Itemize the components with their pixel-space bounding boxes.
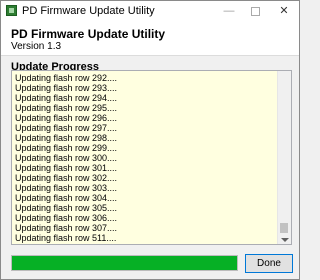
log-line: Updating flash row 306.... [15,213,118,223]
log-line: Updating flash row 300.... [15,153,118,163]
log-line: Updating flash row 296.... [15,113,118,123]
maximize-icon [250,6,260,16]
log-line: Updating flash row 299.... [15,143,118,153]
progress-bar-fill [12,256,237,270]
progress-log[interactable]: Updating flash row 292.... Updating flash… [11,70,292,245]
log-line: Updating flash row 292.... [15,73,118,83]
maximize-button[interactable] [242,1,268,21]
done-button[interactable]: Done [245,254,293,273]
scrollbar-thumb[interactable] [280,223,288,233]
app-version: Version 1.3 [11,41,62,52]
window-title: PD Firmware Update Utility [22,5,155,17]
log-line: Updating flash row 294.... [15,93,118,103]
app-window: PD Firmware Update Utility — ✕ PD Firmwa… [0,0,300,280]
log-scrollbar[interactable] [277,71,291,244]
log-line: Updating flash row 307.... [15,223,118,233]
log-line: Updating flash row 295.... [15,103,118,113]
log-line: Updating flash row 298.... [15,133,118,143]
log-line: Updating flash row 301.... [15,163,118,173]
minimize-button[interactable]: — [216,1,242,21]
header-band: PD Firmware Update Utility Version 1.3 [1,21,299,56]
log-line: Updating flash row 303.... [15,183,118,193]
log-line: Updating flash row 302.... [15,173,118,183]
log-line: Update completed. Verifying the integrit… [15,243,280,244]
log-lines: Updating flash row 292.... Updating flash… [12,71,280,244]
app-icon [6,5,17,16]
scroll-down-arrow-icon[interactable] [281,238,289,242]
title-bar[interactable]: PD Firmware Update Utility — ✕ [1,1,299,21]
log-line: Updating flash row 297.... [15,123,118,133]
log-line: Updating flash row 511.... [15,233,117,243]
close-button[interactable]: ✕ [271,1,297,21]
log-line: Updating flash row 304.... [15,193,118,203]
log-line: Updating flash row 293.... [15,83,118,93]
progress-bar [11,255,238,271]
app-title: PD Firmware Update Utility [11,27,166,41]
log-line: Updating flash row 305.... [15,203,118,213]
